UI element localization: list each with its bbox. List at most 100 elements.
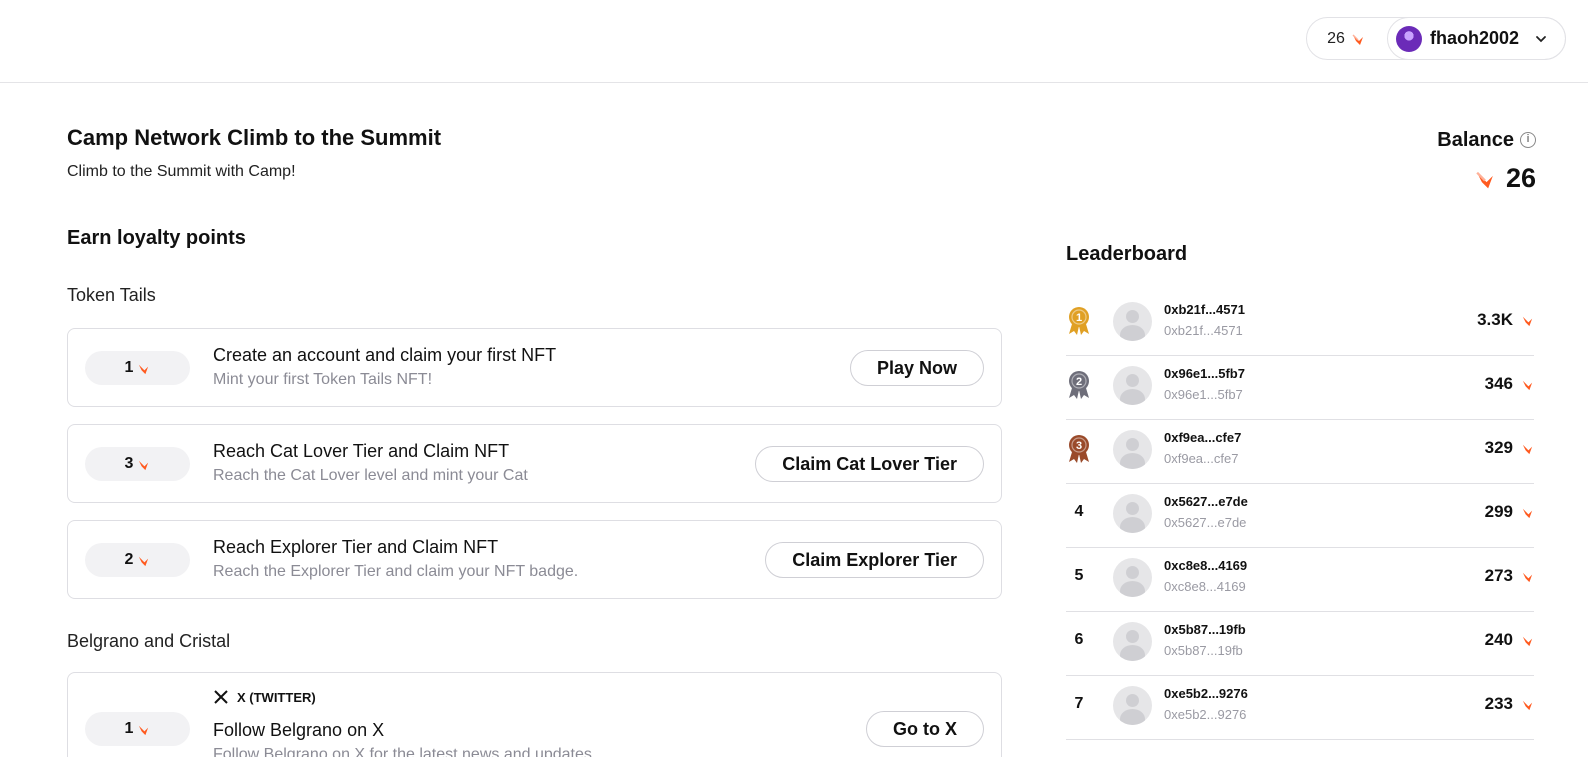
bronze-medal-icon: 3: [1069, 435, 1089, 463]
silver-medal-icon: 2: [1069, 371, 1089, 399]
points-pill[interactable]: 26: [1307, 18, 1387, 59]
claim-explorer-tier-button[interactable]: Claim Explorer Tier: [765, 542, 984, 578]
flame-icon: [1352, 33, 1363, 45]
medal-rank: 3: [1076, 440, 1082, 452]
rank-number: 7: [1074, 695, 1084, 712]
avatar: [1113, 430, 1152, 469]
flame-icon: [139, 460, 149, 470]
task-description: Follow Belgrano on X for the latest news…: [213, 746, 592, 757]
leaderboard-address: 0xe5b2...9276: [1164, 707, 1247, 722]
leaderboard-address: 0x5627...e7de: [1164, 515, 1247, 530]
leaderboard-score: 3.3K: [1477, 310, 1534, 330]
task-card: X (TWITTER) 1 Follow Belgrano on X Follo…: [67, 672, 1002, 757]
user-menu-button[interactable]: fhaoh2002: [1386, 17, 1566, 60]
score-value: 299: [1484, 502, 1513, 521]
gold-medal-icon: 1: [1069, 307, 1089, 335]
platform-label: X (TWITTER): [237, 689, 316, 705]
flame-icon: [139, 556, 149, 566]
group-title-token-tails: Token Tails: [67, 285, 156, 305]
flame-icon: [1522, 572, 1533, 582]
task-description: Reach the Explorer Tier and claim your N…: [213, 563, 579, 580]
task-points-badge: 3: [85, 447, 190, 481]
task-title: Reach Explorer Tier and Claim NFT: [213, 537, 499, 557]
flame-icon: [1522, 444, 1533, 454]
score-value: 329: [1484, 438, 1513, 457]
task-platform: X (TWITTER): [213, 689, 316, 705]
balance-label: Balance: [1437, 129, 1514, 151]
rank-number: 6: [1074, 631, 1084, 648]
leaderboard-list: 1 0xb21f...4571 0xb21f...4571 3.3K 2 0x96e1..…: [1066, 292, 1534, 740]
username: fhaoh2002: [1429, 28, 1519, 48]
medal-rank: 1: [1076, 312, 1082, 324]
leaderboard-score: 273: [1485, 566, 1534, 586]
task-description: Mint your first Token Tails NFT!: [213, 371, 433, 388]
avatar: [1113, 622, 1152, 661]
leaderboard-address: 0x96e1...5fb7: [1164, 387, 1243, 402]
leaderboard-address: 0xb21f...4571: [1164, 323, 1243, 338]
task-points: 2: [124, 551, 134, 568]
leaderboard-name: 0xb21f...4571: [1164, 302, 1245, 317]
claim-cat-lover-tier-button[interactable]: Claim Cat Lover Tier: [755, 446, 984, 482]
flame-icon: [139, 725, 149, 735]
rank-number: 5: [1074, 567, 1084, 584]
earn-section-title: Earn loyalty points: [67, 227, 246, 249]
task-points-badge: 1: [85, 351, 190, 385]
rank-number: 4: [1074, 503, 1084, 520]
leaderboard-score: 346: [1485, 374, 1534, 394]
leaderboard-name: 0x5b87...19fb: [1164, 622, 1246, 637]
avatar: [1113, 686, 1152, 725]
avatar: [1113, 494, 1152, 533]
balance-value-row: 26: [1474, 163, 1536, 194]
task-points-badge: 1: [85, 712, 190, 746]
leaderboard-name: 0xf9ea...cfe7: [1164, 430, 1242, 445]
medal-rank: 2: [1076, 376, 1082, 388]
go-to-x-button[interactable]: Go to X: [866, 711, 984, 747]
task-card: 2 Reach Explorer Tier and Claim NFT Reac…: [67, 520, 1002, 599]
leaderboard-name: 0x5627...e7de: [1164, 494, 1248, 509]
leaderboard-row: 7 0xe5b2...9276 0xe5b2...9276 233: [1066, 676, 1534, 740]
leaderboard-score: 240: [1485, 630, 1534, 650]
group-title-belgrano-cristal: Belgrano and Cristal: [67, 631, 231, 651]
x-logo-icon: [214, 690, 228, 704]
score-value: 346: [1484, 374, 1513, 393]
flame-icon: [1522, 636, 1533, 646]
top-bar: 26 fhaoh2002: [0, 0, 1588, 83]
leaderboard-name: 0xe5b2...9276: [1164, 686, 1248, 701]
task-points-badge: 2: [85, 543, 190, 577]
avatar: [1395, 25, 1422, 52]
leaderboard-name: 0xc8e8...4169: [1164, 558, 1248, 573]
flame-icon: [1522, 316, 1533, 326]
flame-icon: [1522, 508, 1533, 518]
flame-icon: [1476, 171, 1493, 188]
flame-icon: [139, 364, 149, 374]
avatar: [1113, 302, 1152, 341]
avatar: [1113, 558, 1152, 597]
leaderboard-address: 0xc8e8...4169: [1164, 579, 1246, 594]
flame-icon: [1522, 700, 1533, 710]
leaderboard-row: 2 0x96e1...5fb7 0x96e1...5fb7 346: [1066, 356, 1534, 420]
leaderboard-score: 299: [1485, 502, 1534, 522]
page-subtitle: Climb to the Summit with Camp!: [67, 163, 296, 180]
account-pill-group: 26 fhaoh2002: [1306, 17, 1566, 60]
task-points: 1: [124, 359, 134, 376]
leaderboard-address: 0x5b87...19fb: [1164, 643, 1243, 658]
task-points: 3: [124, 455, 134, 472]
page-title: Camp Network Climb to the Summit: [67, 125, 442, 150]
task-title: Follow Belgrano on X: [213, 720, 385, 740]
leaderboard-score: 329: [1485, 438, 1534, 458]
score-value: 273: [1484, 566, 1513, 585]
leaderboard-title: Leaderboard: [1066, 243, 1188, 265]
task-card: 3 Reach Cat Lover Tier and Claim NFT Rea…: [67, 424, 1002, 503]
flame-icon: [1522, 380, 1533, 390]
leaderboard-score: 233: [1485, 694, 1534, 714]
play-now-button[interactable]: Play Now: [849, 350, 984, 386]
chevron-down-icon: [1536, 35, 1546, 42]
leaderboard-address: 0xf9ea...cfe7: [1164, 451, 1239, 466]
leaderboard-row: 1 0xb21f...4571 0xb21f...4571 3.3K: [1066, 292, 1534, 356]
task-description: Reach the Cat Lover level and mint your …: [213, 467, 528, 484]
task-points: 1: [124, 720, 134, 737]
score-value: 240: [1484, 630, 1513, 649]
info-icon[interactable]: i: [1520, 132, 1536, 148]
task-title: Create an account and claim your first N…: [213, 345, 557, 365]
leaderboard-row: 6 0x5b87...19fb 0x5b87...19fb 240: [1066, 612, 1534, 676]
